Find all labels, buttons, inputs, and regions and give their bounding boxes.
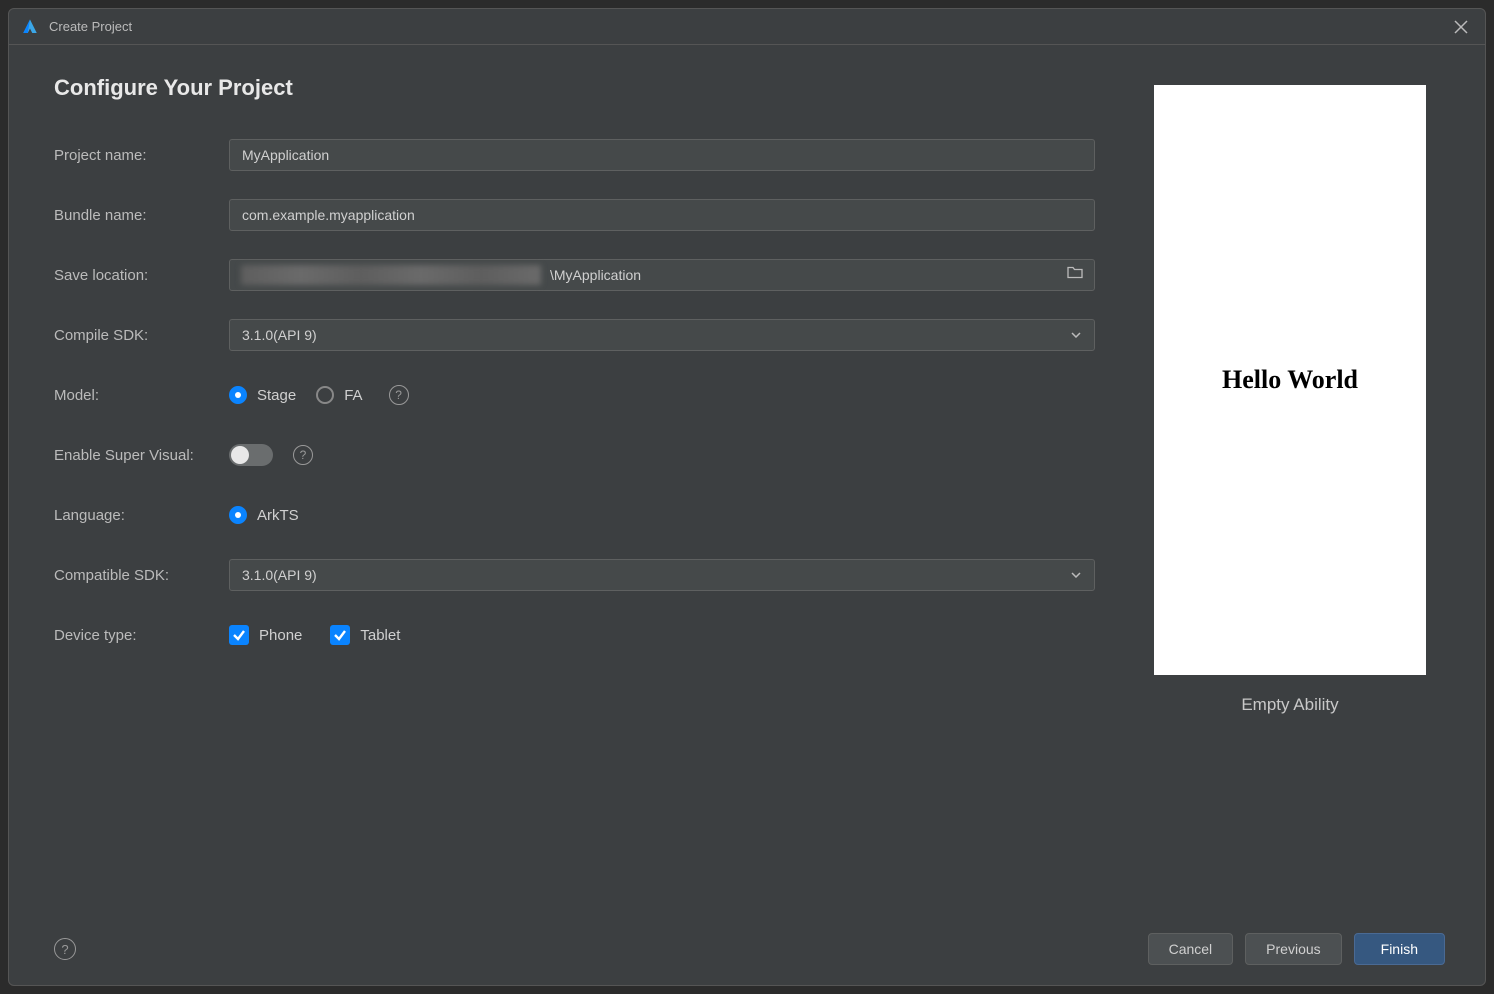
model-stage-radio[interactable]: Stage [229,386,296,404]
cancel-button[interactable]: Cancel [1148,933,1234,965]
row-compile-sdk: Compile SDK: 3.1.0(API 9) [54,316,1095,354]
app-logo-icon [21,18,39,36]
label-super-visual: Enable Super Visual: [54,447,229,464]
dialog-title: Create Project [49,19,1449,34]
compile-sdk-select[interactable]: 3.1.0(API 9) [229,319,1095,351]
row-project-name: Project name: [54,136,1095,174]
row-device-type: Device type: Phone Tablet [54,616,1095,654]
finish-button[interactable]: Finish [1354,933,1445,965]
row-bundle-name: Bundle name: [54,196,1095,234]
label-language: Language: [54,507,229,524]
model-fa-label: FA [344,387,362,404]
device-tablet-label: Tablet [360,627,400,644]
label-save-location: Save location: [54,267,229,284]
close-icon [1454,20,1468,34]
label-model: Model: [54,387,229,404]
super-visual-toggle[interactable] [229,444,273,466]
row-language: Language: ArkTS [54,496,1095,534]
preview-panel: Hello World Empty Ability [1135,75,1445,909]
footer-help-button[interactable]: ? [54,938,76,960]
device-phone-checkbox[interactable]: Phone [229,625,302,645]
folder-icon [1067,266,1083,280]
super-visual-help-button[interactable]: ? [293,445,313,465]
compatible-sdk-select[interactable]: 3.1.0(API 9) [229,559,1095,591]
row-save-location: Save location: [54,256,1095,294]
dialog-footer: ? Cancel Previous Finish [9,919,1485,985]
model-help-button[interactable]: ? [389,385,409,405]
dialog-content: Configure Your Project Project name: Bun… [9,45,1485,919]
label-compile-sdk: Compile SDK: [54,327,229,344]
toggle-knob [231,446,249,464]
browse-folder-button[interactable] [1067,266,1083,285]
radio-selected-icon [229,506,247,524]
label-device-type: Device type: [54,627,229,644]
redacted-path [241,265,541,285]
language-arkts-label: ArkTS [257,507,299,524]
project-name-input[interactable] [229,139,1095,171]
device-tablet-checkbox[interactable]: Tablet [330,625,400,645]
model-fa-radio[interactable]: FA [316,386,362,404]
language-arkts-radio[interactable]: ArkTS [229,506,299,524]
form-panel: Configure Your Project Project name: Bun… [54,75,1135,909]
radio-unselected-icon [316,386,334,404]
create-project-dialog: Create Project Configure Your Project Pr… [8,8,1486,986]
page-heading: Configure Your Project [54,75,1095,101]
bundle-name-input[interactable] [229,199,1095,231]
template-name: Empty Ability [1241,695,1338,715]
label-compatible-sdk: Compatible SDK: [54,567,229,584]
label-bundle-name: Bundle name: [54,207,229,224]
row-model: Model: Stage FA ? [54,376,1095,414]
previous-button[interactable]: Previous [1245,933,1341,965]
row-compatible-sdk: Compatible SDK: 3.1.0(API 9) [54,556,1095,594]
radio-selected-icon [229,386,247,404]
checkbox-checked-icon [330,625,350,645]
template-preview: Hello World [1154,85,1426,675]
device-phone-label: Phone [259,627,302,644]
preview-hello-text: Hello World [1222,365,1358,395]
titlebar: Create Project [9,9,1485,45]
checkbox-checked-icon [229,625,249,645]
row-super-visual: Enable Super Visual: ? [54,436,1095,474]
model-stage-label: Stage [257,387,296,404]
close-button[interactable] [1449,15,1473,39]
label-project-name: Project name: [54,147,229,164]
